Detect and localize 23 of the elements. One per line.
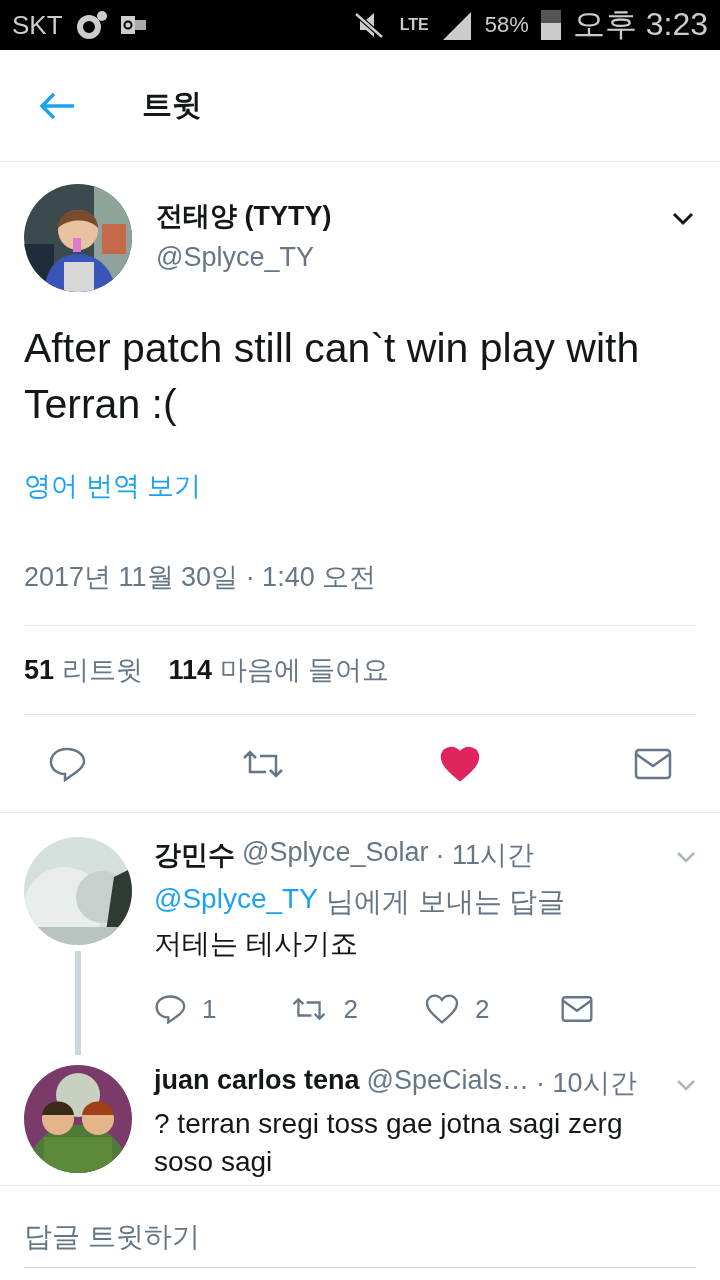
battery-percent: 58% xyxy=(484,12,529,38)
reply-time: · 11시간 xyxy=(435,839,535,872)
like-count: 2 xyxy=(475,993,490,1025)
tweet-date: 2017년 11월 30일 · 1:40 오전 xyxy=(24,561,377,594)
retweet-count[interactable]: 51 리트윗 xyxy=(24,652,143,688)
reply-count: 1 xyxy=(202,993,217,1025)
author-name[interactable]: 전태양 (TYTY) xyxy=(156,197,648,234)
reply-author-handle[interactable]: @Splyce_Solar xyxy=(242,837,429,873)
carrier-name: SKT xyxy=(12,9,63,41)
network-indicator: LTE xyxy=(399,16,429,34)
author-handle[interactable]: @Splyce_TY xyxy=(156,241,648,273)
reply-to-label: 님에게 보내는 답글 xyxy=(325,885,566,919)
reply-time: · 10시간 xyxy=(536,1067,637,1100)
clock: 오후 3:23 xyxy=(572,5,708,44)
like-count[interactable]: 114 마음에 들어요 xyxy=(168,652,390,688)
reply-text: ? terran sregi toss gae jotna sagi zerg soso sagi xyxy=(154,1107,624,1179)
retweet-count: 2 xyxy=(343,993,358,1025)
reply-author-handle[interactable]: @SpeCials… xyxy=(366,1065,530,1101)
reply-text: 저테는 테사기죠 xyxy=(154,927,359,961)
reply-author-name[interactable]: 강민수 xyxy=(154,837,235,873)
page-title: 트윗 xyxy=(142,87,202,123)
tweet-text: After patch still can`t win play with Terran :( xyxy=(24,324,641,429)
reply-author-name[interactable]: juan carlos tena xyxy=(154,1065,360,1101)
